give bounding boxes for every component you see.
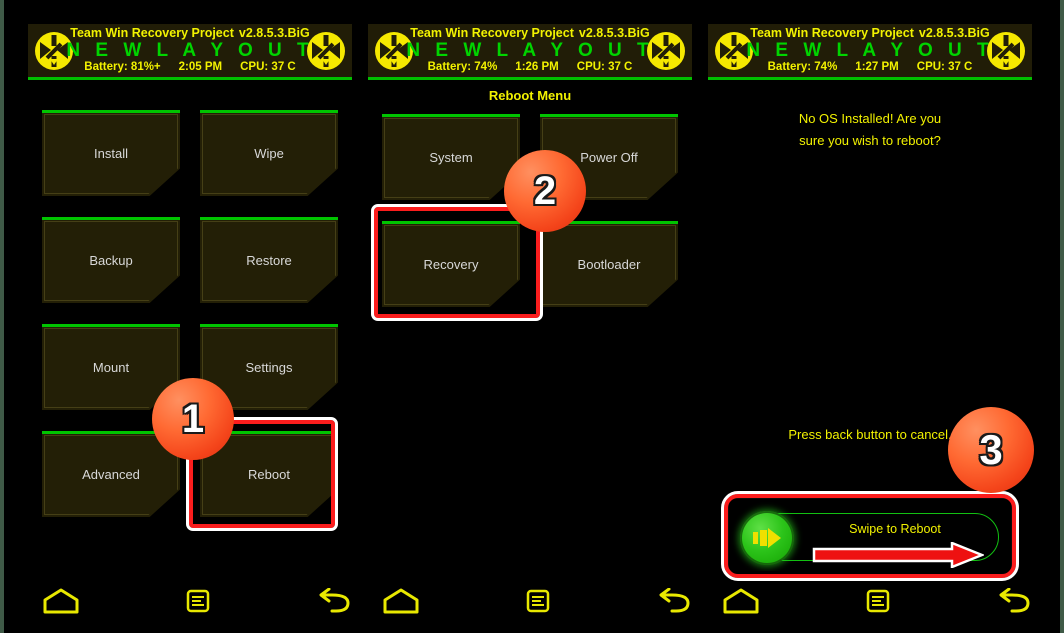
- battery-status: Battery: 81%+: [84, 61, 161, 74]
- back-icon[interactable]: [652, 583, 698, 619]
- clock: 2:05 PM: [178, 61, 223, 74]
- header-title-line: Team Win Recovery Project v2.8.5.3.BiG: [410, 26, 650, 41]
- header-version: v2.8.5.3.BiG: [918, 26, 990, 41]
- cpu-temp: CPU: 37 C: [576, 61, 633, 74]
- warning-line-1: No OS Installed! Are you: [798, 111, 942, 126]
- reboot-menu-title: Reboot Menu: [488, 88, 572, 103]
- step-badge-3: 3: [948, 407, 1034, 493]
- twrp-logo-icon: [983, 28, 1029, 74]
- battery-status: Battery: 74%: [767, 61, 838, 74]
- twrp-header-center: Team Win Recovery Project v2.8.5.3.BiG N …: [746, 24, 989, 77]
- header-product-name: Team Win Recovery Project: [70, 26, 234, 41]
- advanced-button[interactable]: Advanced: [42, 431, 180, 517]
- swipe-label: Swipe to Reboot: [849, 522, 941, 536]
- header-product-name: Team Win Recovery Project: [750, 26, 914, 41]
- button-label: Advanced: [82, 467, 140, 482]
- header-layout-banner: N E W L A Y O U T: [406, 40, 654, 62]
- badge-number: 1: [181, 396, 205, 441]
- right-arrow-icon: [812, 541, 986, 569]
- badge-number: 2: [533, 168, 557, 213]
- backup-button[interactable]: Backup: [42, 217, 180, 303]
- header-title-line: Team Win Recovery Project v2.8.5.3.BiG: [750, 26, 990, 41]
- header-version: v2.8.5.3.BiG: [238, 26, 310, 41]
- nav-group-panel-2: [360, 571, 700, 633]
- header-version: v2.8.5.3.BiG: [578, 26, 650, 41]
- system-button[interactable]: System: [382, 114, 520, 200]
- nav-group-panel-3: [700, 571, 1040, 633]
- button-label: Backup: [89, 253, 133, 268]
- swipe-to-reboot[interactable]: Swipe to Reboot: [728, 498, 1012, 574]
- panel-reboot-confirm: Team Win Recovery Project v2.8.5.3.BiG N …: [708, 24, 1032, 633]
- clock: 1:27 PM: [855, 61, 899, 74]
- menu-icon[interactable]: [175, 583, 221, 619]
- twrp-header: Team Win Recovery Project v2.8.5.3.BiG N …: [708, 24, 1032, 80]
- badge-number: 3: [979, 426, 1003, 473]
- header-status-line: Battery: 74% 1:27 PM CPU: 37 C: [768, 61, 973, 74]
- twrp-header: Team Win Recovery Project v2.8.5.3.BiG N …: [28, 24, 352, 80]
- button-label: Install: [94, 146, 128, 161]
- step-badge-2: 2: [504, 150, 586, 232]
- menu-icon[interactable]: [855, 583, 901, 619]
- install-button[interactable]: Install: [42, 110, 180, 196]
- warning-line-2: sure you wish to reboot?: [799, 133, 941, 148]
- restore-button[interactable]: Restore: [200, 217, 338, 303]
- button-label: Recovery: [423, 257, 479, 272]
- nav-group-panel-1: [20, 571, 360, 633]
- wipe-button[interactable]: Wipe: [200, 110, 338, 196]
- panel-reboot-menu: Team Win Recovery Project v2.8.5.3.BiG N …: [368, 24, 692, 633]
- button-label: Reboot: [248, 467, 290, 482]
- twrp-header-center: Team Win Recovery Project v2.8.5.3.BiG N …: [406, 24, 649, 77]
- button-label: Settings: [245, 360, 293, 375]
- swipe-track[interactable]: Swipe to Reboot: [740, 511, 999, 569]
- header-layout-banner: N E W L A Y O U T: [746, 40, 994, 62]
- cpu-temp: CPU: 37 C: [916, 61, 973, 74]
- home-icon[interactable]: [378, 583, 424, 619]
- twrp-logo-icon: [643, 28, 689, 74]
- twrp-header: Team Win Recovery Project v2.8.5.3.BiG N …: [368, 24, 692, 80]
- header-title-line: Team Win Recovery Project v2.8.5.3.BiG: [70, 26, 310, 41]
- panel-main-menu: Team Win Recovery Project v2.8.5.3.BiG N …: [28, 24, 352, 633]
- header-status-line: Battery: 74% 1:26 PM CPU: 37 C: [428, 61, 633, 74]
- menu-icon[interactable]: [515, 583, 561, 619]
- header-product-name: Team Win Recovery Project: [410, 26, 574, 41]
- button-label: System: [429, 150, 473, 165]
- no-os-warning: No OS Installed! Are you sure you wish t…: [708, 108, 1032, 152]
- right-edge-rail: [1060, 0, 1064, 633]
- button-label: Power Off: [580, 150, 638, 165]
- back-icon[interactable]: [992, 583, 1038, 619]
- button-label: Wipe: [254, 146, 284, 161]
- recovery-button[interactable]: Recovery: [382, 221, 520, 307]
- step-badge-1: 1: [152, 378, 234, 460]
- cpu-temp: CPU: 37 C: [240, 61, 296, 74]
- header-status-line: Battery: 81%+ 2:05 PM CPU: 37 C: [84, 61, 295, 74]
- android-nav-bar: [4, 571, 1060, 633]
- twrp-header-center: Team Win Recovery Project v2.8.5.3.BiG N …: [66, 24, 309, 77]
- back-icon[interactable]: [312, 583, 358, 619]
- play-forward-icon[interactable]: [740, 511, 794, 565]
- home-icon[interactable]: [38, 583, 84, 619]
- header-layout-banner: N E W L A Y O U T: [66, 40, 314, 62]
- clock: 1:26 PM: [515, 61, 559, 74]
- button-label: Mount: [92, 360, 130, 375]
- twrp-logo-icon: [303, 28, 349, 74]
- battery-status: Battery: 74%: [427, 61, 498, 74]
- button-label: Bootloader: [577, 257, 641, 272]
- button-label: Restore: [246, 253, 292, 268]
- bootloader-button[interactable]: Bootloader: [540, 221, 678, 307]
- screenshot-stage: Team Win Recovery Project v2.8.5.3.BiG N …: [4, 0, 1060, 633]
- home-icon[interactable]: [718, 583, 764, 619]
